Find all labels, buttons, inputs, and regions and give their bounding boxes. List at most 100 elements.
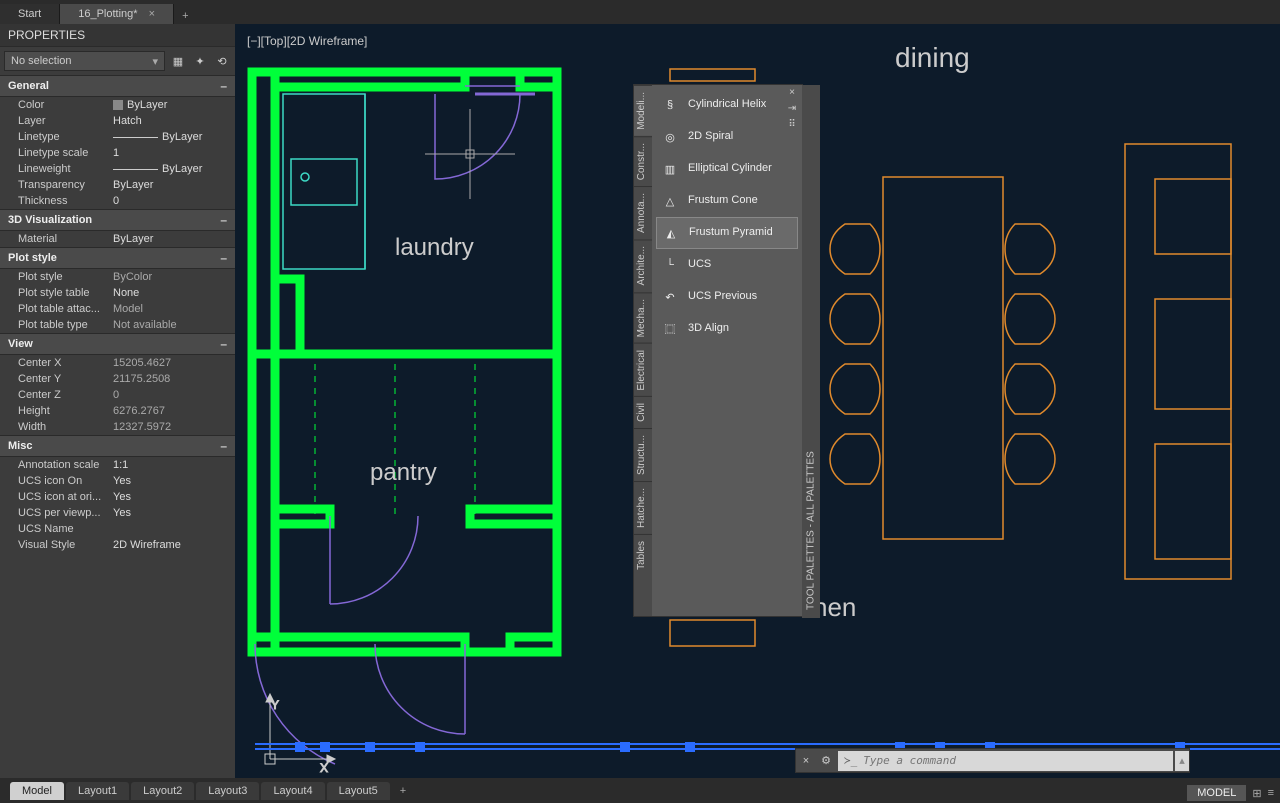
status-model-badge[interactable]: MODEL <box>1187 785 1246 801</box>
prop-lineweight[interactable]: ByLayer <box>113 163 235 175</box>
palettetab-hatches[interactable]: Hatche... <box>634 481 652 534</box>
status-more-icon[interactable]: ≡ <box>1268 787 1274 799</box>
prop-label: Height <box>18 405 113 417</box>
prop-plotstyle-table[interactable]: None <box>113 287 235 299</box>
prop-plotstyle: ByColor <box>113 271 235 283</box>
tab-layout3[interactable]: Layout3 <box>196 782 259 800</box>
svg-text:Y: Y <box>271 698 279 712</box>
prop-label: Width <box>18 421 113 433</box>
tab-layout1[interactable]: Layout1 <box>66 782 129 800</box>
palettetab-mechanical[interactable]: Mecha... <box>634 292 652 343</box>
palette-autohide-icon[interactable]: ⇥ <box>786 103 798 115</box>
status-grid-icon[interactable]: ⊞ <box>1252 787 1261 800</box>
prop-material[interactable]: ByLayer <box>113 233 235 245</box>
group-3dviz[interactable]: 3D Visualization– <box>0 209 235 231</box>
svg-text:X: X <box>320 761 328 775</box>
palettetab-modeling[interactable]: Modeli... <box>634 85 652 136</box>
tool-ucs-previous[interactable]: ↶UCS Previous <box>652 281 802 313</box>
layout-tabs: Model Layout1 Layout2 Layout3 Layout4 La… <box>0 778 1280 803</box>
selection-dropdown[interactable]: No selection <box>4 51 165 71</box>
tab-model[interactable]: Model <box>10 782 64 800</box>
room-label-laundry: laundry <box>395 234 474 262</box>
command-close-icon[interactable]: × <box>796 751 816 771</box>
prop-visual-style[interactable]: 2D Wireframe <box>113 539 235 551</box>
prop-height[interactable]: 6276.2767 <box>113 405 235 417</box>
tool-3d-align[interactable]: ⿴3D Align <box>652 313 802 345</box>
prop-label: UCS Name <box>18 523 113 535</box>
palettetab-annotation[interactable]: Annota... <box>634 186 652 239</box>
properties-title: PROPERTIES <box>0 24 235 47</box>
select-objects-icon[interactable]: ✦ <box>191 52 209 70</box>
palette-title-bar[interactable]: TOOL PALETTES - ALL PALETTES <box>802 85 820 618</box>
group-misc[interactable]: Misc– <box>0 435 235 457</box>
close-icon[interactable]: × <box>149 8 155 20</box>
tool-ucs[interactable]: └UCS <box>652 249 802 281</box>
palettetab-electrical[interactable]: Electrical <box>634 343 652 397</box>
tool-frustum-cone[interactable]: △Frustum Cone <box>652 185 802 217</box>
tool-elliptical-cylinder[interactable]: ▥Elliptical Cylinder <box>652 153 802 185</box>
tab-start[interactable]: Start <box>0 4 60 24</box>
add-tab-button[interactable]: + <box>174 8 196 24</box>
tab-layout2[interactable]: Layout2 <box>131 782 194 800</box>
cone-icon: △ <box>660 191 680 211</box>
prop-label: Lineweight <box>18 163 113 175</box>
command-history-icon[interactable]: ▴ <box>1175 751 1189 771</box>
ucs-prev-icon: ↶ <box>660 287 680 307</box>
tab-active-file[interactable]: 16_Plotting* × <box>60 4 174 24</box>
prop-width[interactable]: 12327.5972 <box>113 421 235 433</box>
prop-centerz[interactable]: 0 <box>113 389 235 401</box>
prop-linetype[interactable]: ByLayer <box>113 131 235 143</box>
prop-label: Thickness <box>18 195 113 207</box>
tool-cylindrical-helix[interactable]: §Cylindrical Helix <box>652 89 802 121</box>
ucs-icon: └ <box>660 255 680 275</box>
prop-label: Plot table type <box>18 319 113 331</box>
prop-label: Center X <box>18 357 113 369</box>
prop-label: UCS icon On <box>18 475 113 487</box>
palettetab-architectural[interactable]: Archite... <box>634 239 652 291</box>
prop-annoscale[interactable]: 1:1 <box>113 459 235 471</box>
tool-frustum-pyramid[interactable]: ◭Frustum Pyramid <box>656 217 798 249</box>
prop-ucs-per-vp[interactable]: Yes <box>113 507 235 519</box>
tab-layout4[interactable]: Layout4 <box>261 782 324 800</box>
command-input[interactable] <box>863 754 1167 767</box>
add-layout-button[interactable]: + <box>392 783 414 799</box>
prop-ucs-name[interactable] <box>113 523 235 535</box>
group-view[interactable]: View– <box>0 333 235 355</box>
prop-centerx[interactable]: 15205.4627 <box>113 357 235 369</box>
prop-thickness[interactable]: 0 <box>113 195 235 207</box>
prop-label: Visual Style <box>18 539 113 551</box>
prop-ltscale[interactable]: 1 <box>113 147 235 159</box>
quick-select-icon[interactable]: ▦ <box>169 52 187 70</box>
cylinder-icon: ▥ <box>660 159 680 179</box>
command-customize-icon[interactable]: ⚙ <box>816 751 836 771</box>
prop-label: Plot table attac... <box>18 303 113 315</box>
prop-label: Center Y <box>18 373 113 385</box>
prop-transparency[interactable]: ByLayer <box>113 179 235 191</box>
palettetab-structural[interactable]: Structu... <box>634 428 652 481</box>
prop-label: Plot style table <box>18 287 113 299</box>
palettetab-tables[interactable]: Tables <box>634 534 652 576</box>
prop-label: UCS per viewp... <box>18 507 113 519</box>
prop-label: Transparency <box>18 179 113 191</box>
palettetab-constraints[interactable]: Constr... <box>634 136 652 186</box>
palettetab-civil[interactable]: Civil <box>634 396 652 428</box>
prop-centery[interactable]: 21175.2508 <box>113 373 235 385</box>
prop-plottable-attach: Model <box>113 303 235 315</box>
prop-ucsicon-on[interactable]: Yes <box>113 475 235 487</box>
tab-layout5[interactable]: Layout5 <box>327 782 390 800</box>
toggle-pickadd-icon[interactable]: ⟲ <box>213 52 231 70</box>
group-plot[interactable]: Plot style– <box>0 247 235 269</box>
palette-category-tabs: Modeli... Constr... Annota... Archite...… <box>634 85 652 616</box>
prop-label: Plot style <box>18 271 113 283</box>
prop-layer[interactable]: Hatch <box>113 115 235 127</box>
prop-ucsicon-origin[interactable]: Yes <box>113 491 235 503</box>
document-tabs: Start 16_Plotting* × + <box>0 0 1280 24</box>
group-general[interactable]: General– <box>0 75 235 97</box>
prop-label: Material <box>18 233 113 245</box>
palette-close-icon[interactable]: × <box>786 87 798 99</box>
pyramid-icon: ◭ <box>661 223 681 243</box>
tool-2d-spiral[interactable]: ◎2D Spiral <box>652 121 802 153</box>
prop-color[interactable]: ByLayer <box>113 99 235 111</box>
palette-menu-icon[interactable]: ⠿ <box>786 119 798 131</box>
room-label-dining: dining <box>895 42 970 74</box>
